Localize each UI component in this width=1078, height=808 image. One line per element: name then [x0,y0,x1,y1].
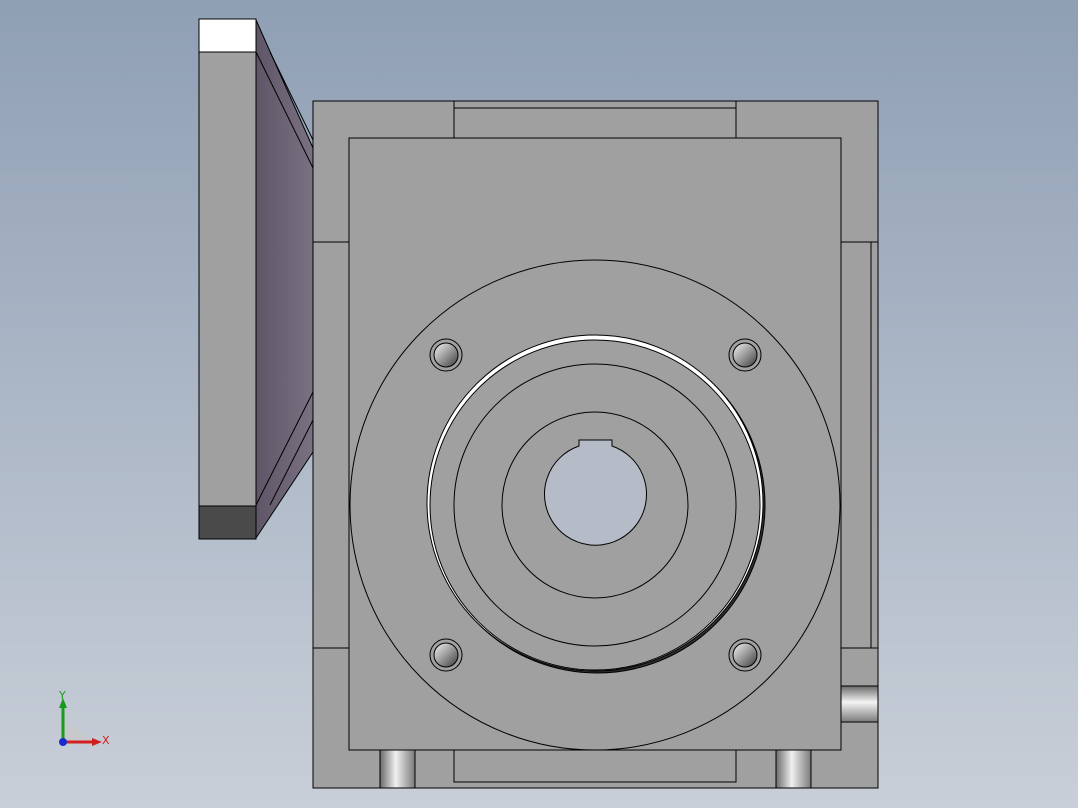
axis-triad[interactable]: Y X [40,680,130,760]
x-axis-label: X [102,734,110,747]
bolt-hole-top-left [429,338,463,372]
bolt-hole-top-right [728,338,762,372]
y-axis-label: Y [59,689,66,702]
side-shaft-stub [840,685,879,723]
gearbox-model[interactable] [0,0,1078,808]
axis-triad-icon [59,698,102,746]
motor-flange-side [255,19,314,540]
bolt-hole-bottom-right [728,638,762,672]
bolt-hole-bottom-left [429,638,463,672]
motor-flange [198,18,257,540]
cad-viewport[interactable]: Y X [0,0,1078,808]
